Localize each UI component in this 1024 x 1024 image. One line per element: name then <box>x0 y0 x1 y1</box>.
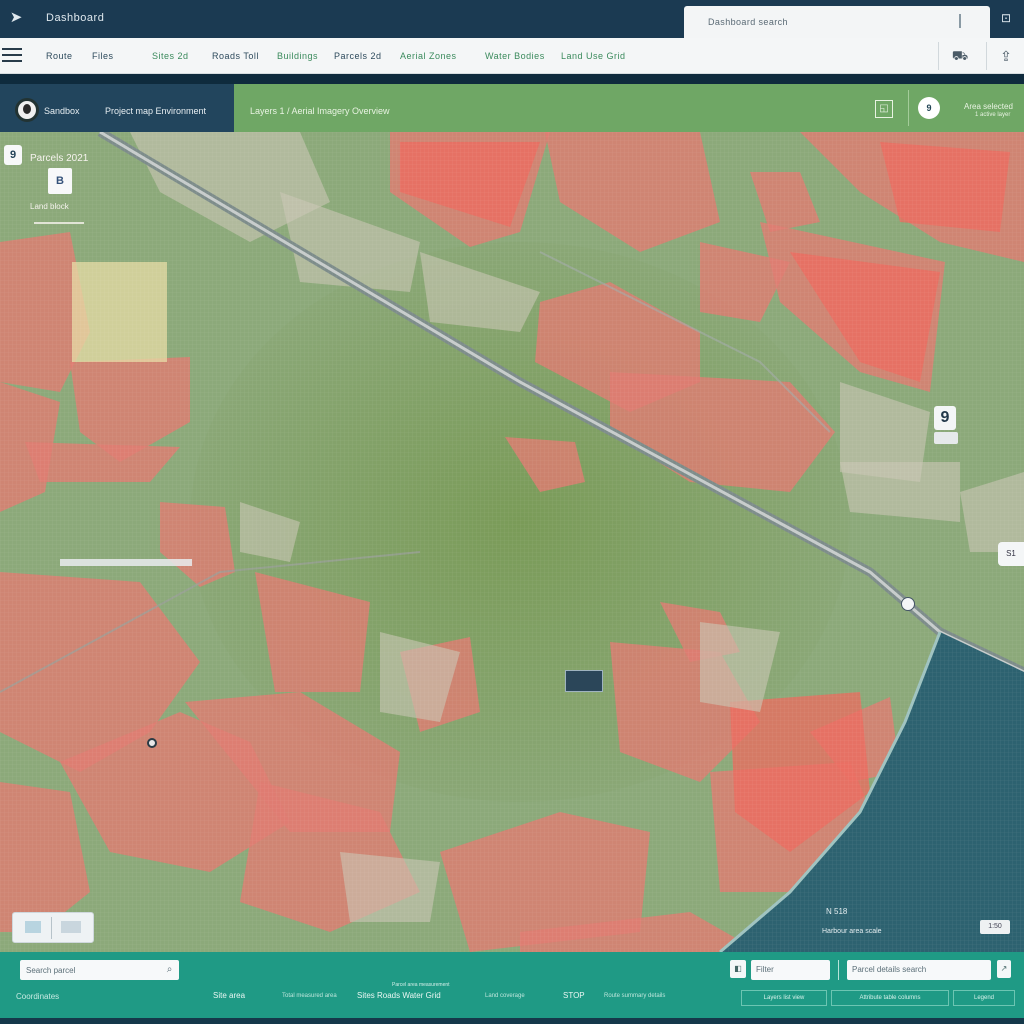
coordinates-label: Coordinates <box>16 992 60 1001</box>
bottom-strip <box>0 1018 1024 1024</box>
menu-item-water[interactable]: Water Bodies <box>485 51 545 61</box>
layer-icon[interactable]: B <box>48 168 72 194</box>
menu-item-sites[interactable]: Sites 2d <box>152 51 189 61</box>
map-label-box[interactable] <box>565 670 603 692</box>
window-toggle-icon[interactable]: ⊡ <box>995 8 1017 28</box>
layer-caption: Land block <box>30 202 69 211</box>
tab-legend[interactable]: Legend <box>953 990 1015 1006</box>
layer-title: Parcels 2021 <box>30 153 89 164</box>
text-caret <box>959 14 961 28</box>
parcel-search-input[interactable]: Search parcel ⌕ <box>20 960 179 980</box>
water-label: N 518 <box>826 907 848 916</box>
breadcrumb[interactable]: Layers 1 / Aerial Imagery Overview <box>250 106 390 116</box>
imagery-texture <box>0 132 1024 952</box>
map-imagery <box>0 132 1024 952</box>
panel-project-name: Project map Environment <box>105 106 207 116</box>
stat-sub: Route summary details <box>604 993 666 999</box>
menu-divider <box>986 42 987 70</box>
tab-attributes[interactable]: Attribute table columns <box>831 990 949 1006</box>
layer-underline <box>34 222 84 224</box>
upload-icon[interactable]: ⇪ <box>994 46 1018 66</box>
square-icon[interactable]: ◱ <box>875 100 893 118</box>
menu-item-landuse[interactable]: Land Use Grid <box>561 51 626 61</box>
tab-layers[interactable]: Layers list view <box>741 990 827 1006</box>
avatar-icon[interactable] <box>15 98 39 122</box>
menu-bar: Route Files Sites 2d Roads Toll Building… <box>0 38 1024 74</box>
car-icon[interactable]: ⛟ <box>948 49 972 63</box>
map-poi[interactable] <box>901 597 915 611</box>
hamburger-icon[interactable] <box>2 48 22 64</box>
bottom-bar: Search parcel ⌕ Coordinates Parcel area … <box>0 952 1024 1018</box>
app-title: Dashboard <box>46 12 105 24</box>
details-search-field[interactable]: Parcel details search <box>847 960 991 980</box>
legend-swatch <box>61 921 81 933</box>
scale-bar <box>60 559 192 566</box>
panel-header: Sandbox Project map Environment Layers 1… <box>0 84 1024 132</box>
search-icon[interactable]: ⌕ <box>164 963 175 976</box>
menu-item-route[interactable]: Route <box>46 51 73 61</box>
filter-field[interactable]: Filter <box>751 960 830 980</box>
panel-user-name: Sandbox <box>44 106 80 116</box>
scale-badge[interactable]: 1:50 <box>980 920 1010 934</box>
panel-substatus: 1 active layer <box>975 112 1011 118</box>
menu-item-files[interactable]: Files <box>92 51 114 61</box>
stat-sub: Total measured area <box>282 993 337 999</box>
map-point[interactable] <box>147 738 157 748</box>
legend-swatch <box>25 921 41 933</box>
panel-divider <box>908 90 909 126</box>
panel-status: Area selected <box>964 102 1013 111</box>
search-tab[interactable]: Dashboard search <box>684 6 990 38</box>
stat-main: Sites Roads Water Grid <box>357 991 441 1000</box>
map-marker-label <box>934 432 958 444</box>
stat-main: Site area <box>213 991 246 1000</box>
map-view[interactable]: 9 Parcels 2021 B Land block 9 S1 N 518 H… <box>0 132 1024 952</box>
menu-item-roads[interactable]: Roads Toll <box>212 51 259 61</box>
navigate-icon[interactable]: ➤ <box>6 8 26 28</box>
menu-item-aerial[interactable]: Aerial Zones <box>400 51 457 61</box>
search-placeholder: Search parcel <box>26 966 76 975</box>
title-bar: ➤ Dashboard Dashboard search ⊡ <box>0 0 1024 38</box>
panel-user-section: Sandbox Project map Environment <box>0 84 234 132</box>
water-sublabel: Harbour area scale <box>822 928 882 935</box>
menu-item-buildings[interactable]: Buildings <box>277 51 318 61</box>
search-tab-text: Dashboard search <box>708 17 788 27</box>
layer-badge[interactable]: 9 <box>4 145 22 165</box>
locate-icon[interactable]: 9 <box>918 97 940 119</box>
bottom-note: Parcel area measurement <box>392 982 450 988</box>
map-side-tag[interactable]: S1 <box>998 542 1024 566</box>
legend-box[interactable] <box>12 912 94 943</box>
legend-divider <box>51 917 52 939</box>
go-button[interactable]: ↗ <box>997 960 1011 978</box>
layer-toggle-icon[interactable]: ◧ <box>730 960 746 978</box>
map-marker[interactable]: 9 <box>934 406 956 430</box>
menu-divider <box>938 42 939 70</box>
stat-main: STOP <box>563 991 585 1000</box>
stat-sub: Land coverage <box>485 993 525 999</box>
menu-item-parcels[interactable]: Parcels 2d <box>334 51 382 61</box>
field-divider <box>838 960 839 980</box>
